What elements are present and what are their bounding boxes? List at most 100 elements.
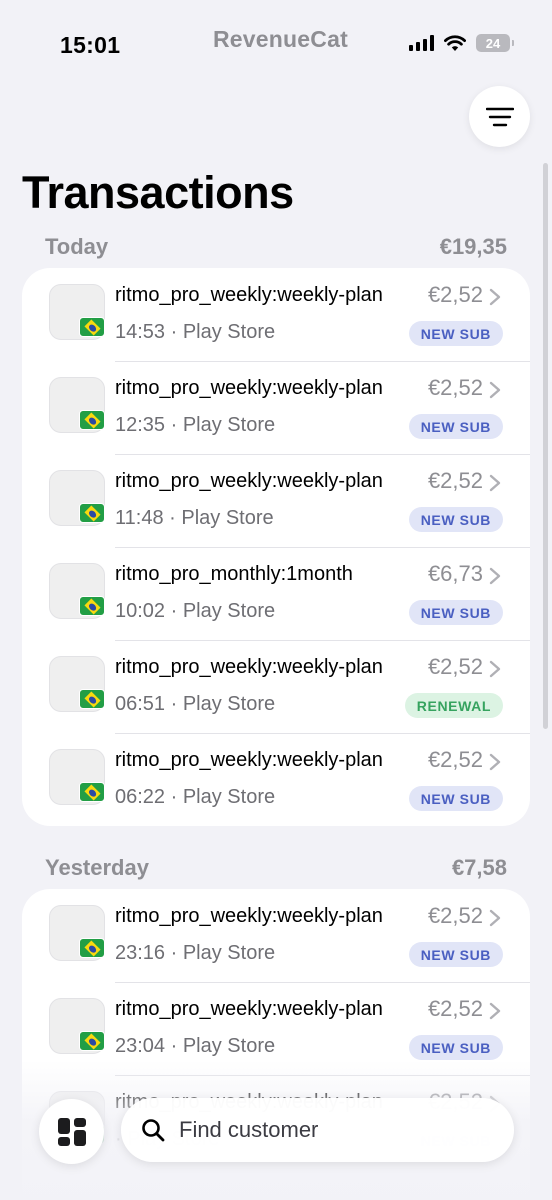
status-badge: RENEWAL	[404, 693, 503, 718]
brazil-flag-icon	[79, 1031, 105, 1051]
transaction-meta: 23:04 · Play Store	[115, 1035, 275, 1058]
status-badge: NEW SUB	[408, 600, 503, 625]
transaction-time: 14:53	[115, 321, 166, 343]
chevron-right-icon	[489, 288, 501, 306]
battery-icon: 24	[476, 34, 514, 52]
transaction-price: €2,52	[427, 654, 483, 679]
status-icons: 24	[409, 34, 514, 52]
transaction-row[interactable]: ritmo_pro_weekly:weekly-plan 12:35 · Pla…	[22, 361, 530, 454]
transaction-time: 23:16	[115, 942, 166, 964]
status-badge: NEW SUB	[408, 1035, 503, 1060]
status-badge: NEW SUB	[408, 414, 503, 439]
transaction-time: 10:02	[115, 600, 166, 622]
wifi-icon	[444, 34, 466, 51]
status-bar: 15:01 RevenueCat 24	[0, 0, 552, 90]
section-label: Yesterday	[45, 855, 149, 880]
transaction-row[interactable]: ritmo_pro_weekly:weekly-plan 14:53 · Pla…	[22, 268, 530, 361]
chevron-right-icon	[489, 567, 501, 585]
brazil-flag-icon	[79, 689, 105, 709]
transaction-price: €6,73	[427, 561, 483, 586]
product-id: ritmo_pro_weekly:weekly-plan	[115, 998, 383, 1020]
dashboard-button[interactable]	[39, 1099, 104, 1164]
status-badge: NEW SUB	[408, 507, 503, 532]
chevron-right-icon	[489, 1002, 501, 1020]
meta-separator: ·	[165, 693, 183, 715]
battery-level: 24	[485, 35, 501, 51]
transaction-store: Play Store	[181, 507, 274, 529]
transaction-price: €2,52	[427, 282, 483, 307]
meta-separator: ·	[165, 942, 183, 964]
transactions-screen: 15:01 RevenueCat 24 Transactions Today €…	[0, 0, 552, 1200]
meta-separator: ·	[165, 600, 183, 622]
transaction-store: Play Store	[182, 600, 276, 622]
section-label: Today	[45, 234, 109, 259]
meta-separator: ·	[163, 507, 182, 529]
dashboard-grid-icon	[57, 1117, 86, 1146]
section-header-today: Today €19,35	[45, 234, 507, 260]
transaction-store: Play Store	[182, 786, 276, 808]
transaction-price: €2,52	[427, 747, 483, 772]
transaction-store: Play Store	[182, 414, 276, 436]
signal-icon	[409, 35, 434, 51]
chevron-right-icon	[489, 381, 501, 399]
scroll-indicator[interactable]	[543, 163, 548, 729]
transaction-price: €2,52	[427, 375, 483, 400]
filter-button[interactable]	[469, 86, 530, 147]
meta-separator: ·	[165, 786, 183, 808]
transaction-time: 23:04	[115, 1035, 166, 1057]
brazil-flag-icon	[79, 410, 105, 430]
product-id: ritmo_pro_weekly:weekly-plan	[115, 284, 383, 306]
brazil-flag-icon	[79, 503, 105, 523]
transaction-row[interactable]: ritmo_pro_weekly:weekly-plan 06:51 · Pla…	[22, 640, 530, 733]
transaction-time: 12:35	[115, 414, 166, 436]
product-id: ritmo_pro_weekly:weekly-plan	[115, 656, 383, 678]
transaction-time: 11:48	[115, 507, 164, 529]
transaction-time: 06:22	[115, 786, 166, 808]
product-id: ritmo_pro_weekly:weekly-plan	[115, 377, 383, 399]
transaction-meta: 10:02 · Play Store	[115, 600, 275, 623]
transaction-price: €2,52	[427, 468, 483, 493]
section-header-yesterday: Yesterday €7,58	[45, 855, 507, 881]
brand-logo: RevenueCat	[213, 26, 348, 52]
status-badge: NEW SUB	[408, 321, 503, 346]
status-badge: NEW SUB	[408, 786, 503, 811]
search-input[interactable]	[179, 1117, 479, 1143]
transaction-store: Play Store	[182, 1035, 276, 1057]
search-icon	[141, 1118, 165, 1142]
transaction-meta: 23:16 · Play Store	[115, 942, 275, 965]
transactions-card-today: ritmo_pro_weekly:weekly-plan 14:53 · Pla…	[22, 268, 530, 826]
section-total: €19,35	[439, 234, 507, 259]
transaction-meta: 06:22 · Play Store	[115, 786, 275, 809]
meta-separator: ·	[165, 321, 183, 343]
chevron-right-icon	[489, 753, 501, 771]
brazil-flag-icon	[79, 938, 105, 958]
transaction-price: €2,52	[427, 996, 483, 1021]
brazil-flag-icon	[79, 782, 105, 802]
search-bar[interactable]	[121, 1098, 514, 1162]
transaction-row[interactable]: ritmo_pro_weekly:weekly-plan 11:48 · Pla…	[22, 454, 530, 547]
section-total: €7,58	[451, 855, 507, 880]
transaction-meta: 06:51 · Play Store	[115, 693, 275, 716]
status-time: 15:01	[60, 32, 121, 58]
transaction-store: Play Store	[182, 942, 276, 964]
status-badge: NEW SUB	[408, 942, 503, 967]
meta-separator: ·	[165, 1035, 183, 1057]
brazil-flag-icon	[79, 596, 105, 616]
product-id: ritmo_pro_weekly:weekly-plan	[115, 470, 383, 492]
product-id: ritmo_pro_weekly:weekly-plan	[115, 749, 383, 771]
chevron-right-icon	[489, 474, 501, 492]
chevron-right-icon	[489, 909, 501, 927]
filter-lines-icon	[485, 107, 514, 126]
transaction-meta: 12:35 · Play Store	[115, 414, 275, 437]
transaction-row[interactable]: ritmo_pro_weekly:weekly-plan 23:16 · Pla…	[22, 889, 530, 982]
meta-separator: ·	[165, 414, 183, 436]
transaction-row[interactable]: ritmo_pro_monthly:1month 10:02 · Play St…	[22, 547, 530, 640]
chevron-right-icon	[489, 660, 501, 678]
transaction-meta: 11:48 · Play Store	[115, 507, 274, 530]
transaction-row[interactable]: ritmo_pro_weekly:weekly-plan 06:22 · Pla…	[22, 733, 530, 826]
transaction-meta: 14:53 · Play Store	[115, 321, 275, 344]
product-id: ritmo_pro_weekly:weekly-plan	[115, 905, 383, 927]
product-id: ritmo_pro_monthly:1month	[115, 563, 353, 585]
transaction-price: €2,52	[427, 903, 483, 928]
transaction-time: 06:51	[115, 693, 166, 715]
